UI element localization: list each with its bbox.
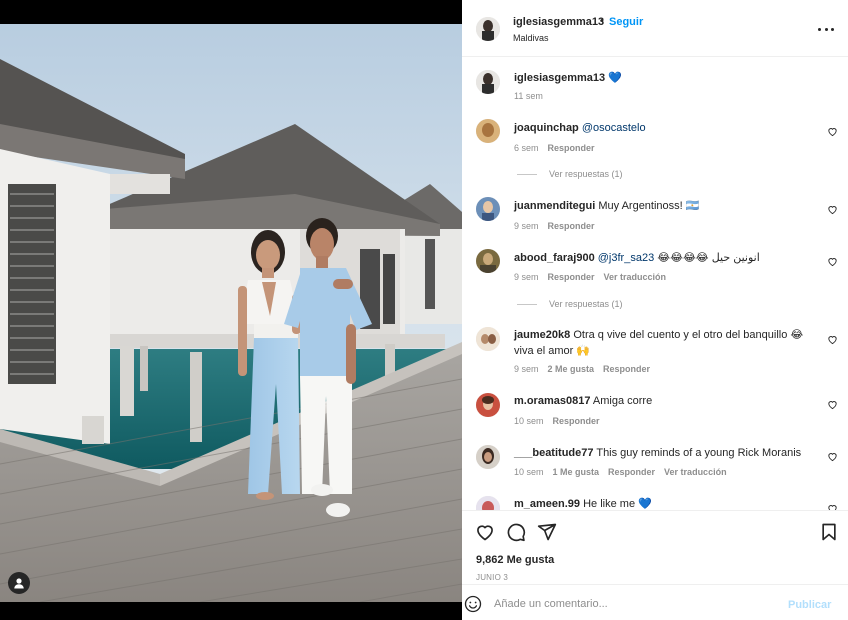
comment-time: 10 sem bbox=[514, 416, 544, 426]
comment-avatar[interactable] bbox=[476, 249, 500, 273]
comment-meta: 6 sem Responder bbox=[514, 143, 604, 153]
comment-bubble-icon[interactable] bbox=[506, 522, 526, 542]
comment-username[interactable]: joaquinchap bbox=[514, 122, 579, 134]
comment-text: jaume20k8 Otra q vive del cuento y el ot… bbox=[514, 329, 804, 357]
comments-list[interactable]: iglesiasgemma13 💙 11 sem joaquinchap @os… bbox=[462, 57, 848, 510]
mention-link[interactable]: @j3fr_sa23 bbox=[598, 252, 654, 264]
publish-button[interactable]: Publicar bbox=[788, 599, 831, 611]
reply-button[interactable]: Responder bbox=[608, 467, 655, 477]
reply-button[interactable]: Responder bbox=[603, 364, 650, 374]
like-comment-heart-icon[interactable] bbox=[827, 451, 838, 462]
comment-text: abood_faraj900 @j3fr_sa23 😂😂😂😂 انونين حي… bbox=[514, 252, 760, 264]
comment-username[interactable]: juanmenditegui bbox=[514, 200, 595, 212]
post-date: JUNIO 3 bbox=[476, 573, 509, 582]
post-details-panel: iglesiasgemma13 • Seguir Maldivas iglesi… bbox=[462, 0, 848, 620]
comment-avatar[interactable] bbox=[476, 445, 500, 469]
reply-button[interactable]: Responder bbox=[548, 272, 595, 282]
likes-count[interactable]: 9,862 Me gusta bbox=[476, 554, 554, 566]
comment-text: ___beatitude77 This guy reminds of a you… bbox=[514, 447, 802, 459]
caption-username[interactable]: iglesiasgemma13 💙 bbox=[514, 71, 622, 84]
comment-likes[interactable]: 2 Me gusta bbox=[548, 364, 595, 374]
like-comment-heart-icon[interactable] bbox=[827, 256, 838, 267]
like-comment-heart-icon[interactable] bbox=[827, 334, 838, 345]
comment-likes[interactable]: 1 Me gusta bbox=[553, 467, 600, 477]
tagged-users-button[interactable] bbox=[8, 572, 30, 594]
mention-link[interactable]: @osocastelo bbox=[582, 122, 646, 134]
author-avatar[interactable] bbox=[476, 17, 500, 41]
comment-time: 9 sem bbox=[514, 272, 539, 282]
like-comment-heart-icon[interactable] bbox=[827, 399, 838, 410]
comment-username[interactable]: ___beatitude77 bbox=[514, 447, 593, 459]
comment-avatar[interactable] bbox=[476, 327, 500, 351]
like-comment-heart-icon[interactable] bbox=[827, 503, 838, 510]
reply-button[interactable]: Responder bbox=[553, 416, 600, 426]
separator-dot: • bbox=[600, 15, 604, 27]
caption-time: 11 sem bbox=[514, 91, 543, 101]
comment-time: 10 sem bbox=[514, 467, 544, 477]
translate-button[interactable]: Ver traducción bbox=[664, 467, 727, 477]
comment-username[interactable]: m_ameen.99 bbox=[514, 498, 580, 510]
post-header: iglesiasgemma13 • Seguir Maldivas bbox=[462, 0, 848, 57]
author-username[interactable]: iglesiasgemma13 bbox=[513, 16, 604, 28]
comment-time: 9 sem bbox=[514, 364, 539, 374]
comment-time: 6 sem bbox=[514, 143, 539, 153]
emoji-icon[interactable] bbox=[464, 595, 482, 613]
reply-button[interactable]: Responder bbox=[548, 143, 595, 153]
comment-meta: 10 sem 1 Me gusta Responder Ver traducción bbox=[514, 467, 736, 477]
comment-input[interactable] bbox=[494, 594, 774, 614]
like-comment-heart-icon[interactable] bbox=[827, 204, 838, 215]
comment-text: m.oramas0817 Amiga corre bbox=[514, 395, 653, 407]
comment-username[interactable]: abood_faraj900 bbox=[514, 252, 595, 264]
follow-button[interactable]: Seguir bbox=[609, 16, 643, 28]
comment-avatar[interactable] bbox=[476, 119, 500, 143]
comment-username[interactable]: m.oramas0817 bbox=[514, 395, 590, 407]
like-heart-icon[interactable] bbox=[475, 522, 495, 542]
translate-button[interactable]: Ver traducción bbox=[604, 272, 667, 282]
view-replies-button[interactable]: Ver respuestas (1) bbox=[517, 169, 623, 179]
comment-username[interactable]: jaume20k8 bbox=[514, 329, 570, 341]
like-comment-heart-icon[interactable] bbox=[827, 126, 838, 137]
comment-avatar[interactable] bbox=[476, 197, 500, 221]
comment-meta: 9 sem Responder bbox=[514, 221, 604, 231]
comment-avatar[interactable] bbox=[476, 393, 500, 417]
comment-text: juanmenditegui Muy Argentinoss! 🇦🇷 bbox=[514, 200, 700, 212]
more-options-icon[interactable] bbox=[818, 22, 834, 36]
add-comment-bar: Publicar bbox=[462, 584, 848, 620]
post-photo-pane bbox=[0, 0, 462, 620]
view-replies-button[interactable]: Ver respuestas (1) bbox=[517, 299, 623, 309]
blue-heart-icon: 💙 bbox=[608, 72, 622, 84]
post-photo[interactable] bbox=[0, 24, 462, 602]
comment-text: m_ameen.99 He like me 💙 bbox=[514, 498, 652, 510]
comment-avatar[interactable] bbox=[476, 496, 500, 510]
save-bookmark-icon[interactable] bbox=[819, 522, 839, 542]
comment-text: joaquinchap @osocastelo bbox=[514, 120, 646, 136]
caption-avatar[interactable] bbox=[476, 70, 500, 94]
comment-meta: 10 sem Responder bbox=[514, 416, 609, 426]
comment-time: 9 sem bbox=[514, 221, 539, 231]
share-send-icon[interactable] bbox=[537, 522, 557, 542]
reply-button[interactable]: Responder bbox=[548, 221, 595, 231]
comment-meta: 9 sem 2 Me gusta Responder bbox=[514, 364, 659, 374]
post-actions-bar bbox=[462, 510, 848, 584]
user-icon bbox=[14, 578, 24, 589]
post-location[interactable]: Maldivas bbox=[513, 33, 549, 43]
comment-meta: 9 sem Responder Ver traducción bbox=[514, 272, 675, 282]
